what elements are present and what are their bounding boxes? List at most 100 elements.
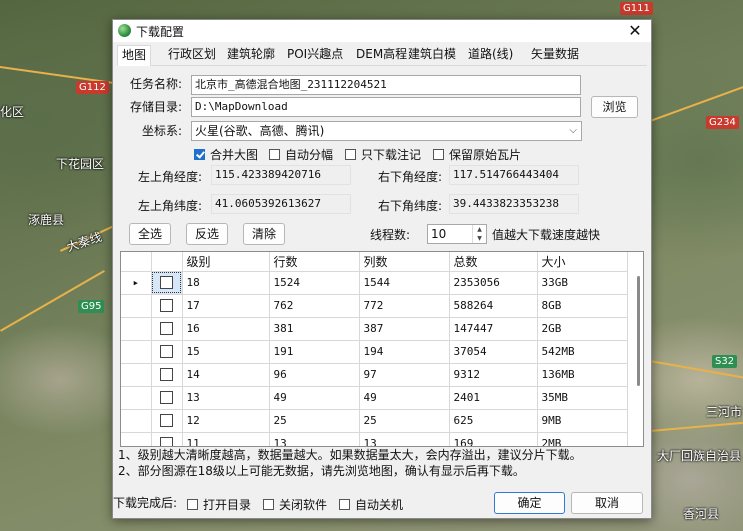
level-grid[interactable]: 级别 行数 列数 总数 大小 ▸ 18 1524 1544 2353056 33… bbox=[120, 251, 644, 447]
cell-size: 35MB bbox=[537, 386, 628, 410]
current-row-arrow-icon: ▸ bbox=[121, 271, 152, 295]
dialog-title: 下载配置 bbox=[136, 25, 185, 39]
table-header-row: 级别 行数 列数 总数 大小 bbox=[121, 252, 628, 272]
bottom-right-lng-field[interactable]: 117.514766443404 bbox=[449, 165, 579, 185]
row-checkbox[interactable] bbox=[151, 409, 183, 433]
cell-level: 14 bbox=[182, 363, 270, 387]
cell-level: 16 bbox=[182, 317, 270, 341]
tab-building-white-model[interactable]: 建筑白模 bbox=[404, 45, 460, 64]
threads-stepper[interactable]: 10 ▲ ▼ bbox=[427, 224, 487, 244]
title-bar[interactable]: 下载配置 ✕ bbox=[113, 20, 651, 42]
top-left-lng-field[interactable]: 115.423389420716 bbox=[211, 165, 351, 185]
table-row[interactable]: ▸ 18 1524 1544 2353056 33GB bbox=[121, 271, 628, 295]
road-line bbox=[650, 421, 743, 432]
cell-cols: 49 bbox=[359, 386, 450, 410]
threads-hint: 值越大下载速度越快 bbox=[492, 228, 601, 242]
grid-scrollbar[interactable] bbox=[635, 274, 642, 394]
column-header-level[interactable]: 级别 bbox=[182, 252, 270, 272]
task-name-input[interactable]: 北京市_高德混合地图_231112204521 bbox=[191, 75, 581, 95]
tab-map[interactable]: 地图 bbox=[117, 45, 152, 66]
tab-roads[interactable]: 道路(线) bbox=[464, 45, 517, 64]
cell-rows: 191 bbox=[269, 340, 360, 364]
map-label: 香河县 bbox=[683, 507, 720, 521]
row-checkbox[interactable] bbox=[151, 340, 183, 364]
row-checkbox[interactable] bbox=[151, 294, 183, 318]
auto-shutdown-checkbox[interactable]: 自动关机 bbox=[339, 496, 403, 513]
table-row[interactable]: 15 191 194 37054 542MB bbox=[121, 340, 628, 364]
row-checkbox[interactable] bbox=[151, 432, 183, 446]
checkbox-icon bbox=[187, 499, 198, 510]
cell-total: 9312 bbox=[449, 363, 538, 387]
tab-admin-division[interactable]: 行政区划 bbox=[164, 45, 220, 64]
annotations-only-checkbox[interactable]: 只下载注记 bbox=[345, 146, 421, 163]
highway-shield: G234 bbox=[706, 116, 739, 129]
column-header-cols[interactable]: 列数 bbox=[359, 252, 450, 272]
auto-split-checkbox[interactable]: 自动分幅 bbox=[269, 146, 333, 163]
cell-rows: 381 bbox=[269, 317, 360, 341]
coord-select[interactable]: 火星(谷歌、高德、腾讯) ⌵ bbox=[191, 121, 582, 141]
highway-shield: G112 bbox=[76, 81, 109, 94]
stepper-arrows-icon[interactable]: ▲ ▼ bbox=[472, 225, 486, 243]
save-dir-input[interactable]: D:\MapDownload bbox=[191, 97, 581, 117]
cell-size: 8GB bbox=[537, 294, 628, 318]
tab-vector-data[interactable]: 矢量数据 bbox=[527, 45, 583, 64]
cell-size: 9MB bbox=[537, 409, 628, 433]
row-checkbox[interactable] bbox=[151, 317, 183, 341]
table-row[interactable]: 13 49 49 2401 35MB bbox=[121, 386, 628, 410]
highway-shield: G95 bbox=[78, 300, 105, 313]
select-all-button[interactable]: 全选 bbox=[129, 223, 171, 245]
cell-rows: 762 bbox=[269, 294, 360, 318]
highway-shield: S32 bbox=[712, 355, 738, 368]
checkbox-icon bbox=[339, 499, 350, 510]
clear-selection-button[interactable]: 清除 bbox=[243, 223, 285, 245]
merge-checkbox[interactable]: 合并大图 bbox=[194, 146, 258, 163]
map-label: 三河市 bbox=[706, 405, 743, 419]
table-row[interactable]: 11 13 13 169 2MB bbox=[121, 432, 628, 446]
tab-dem[interactable]: DEM高程 bbox=[352, 45, 411, 64]
column-header-size[interactable]: 大小 bbox=[537, 252, 628, 272]
row-checkbox[interactable] bbox=[151, 363, 183, 387]
cell-size: 542MB bbox=[537, 340, 628, 364]
tab-poi[interactable]: POI兴趣点 bbox=[283, 45, 347, 64]
bottom-right-lng-label: 右下角经度: bbox=[378, 170, 443, 184]
cell-level: 12 bbox=[182, 409, 270, 433]
map-tab-panel: 任务名称: 北京市_高德混合地图_231112204521 存储目录: D:\M… bbox=[117, 66, 647, 451]
row-checkbox[interactable] bbox=[151, 386, 183, 410]
row-header bbox=[121, 294, 152, 318]
map-label: 大秦线 bbox=[64, 229, 104, 255]
cell-cols: 772 bbox=[359, 294, 450, 318]
scrollbar-thumb[interactable] bbox=[637, 276, 640, 386]
close-button[interactable]: ✕ bbox=[625, 21, 645, 41]
cell-rows: 1524 bbox=[269, 271, 360, 295]
map-label: 涿鹿县 bbox=[28, 213, 65, 227]
table-row[interactable]: 14 96 97 9312 136MB bbox=[121, 363, 628, 387]
table-row[interactable]: 16 381 387 147447 2GB bbox=[121, 317, 628, 341]
coord-label: 坐标系: bbox=[142, 124, 183, 138]
browse-button[interactable]: 浏览 bbox=[591, 96, 638, 118]
invert-selection-button[interactable]: 反选 bbox=[186, 223, 228, 245]
cell-size: 2GB bbox=[537, 317, 628, 341]
cell-size: 136MB bbox=[537, 363, 628, 387]
close-app-checkbox[interactable]: 关闭软件 bbox=[263, 496, 327, 513]
checkbox-icon bbox=[433, 149, 444, 160]
ok-button[interactable]: 确定 bbox=[494, 492, 565, 514]
column-header-total[interactable]: 总数 bbox=[449, 252, 538, 272]
table-row[interactable]: 17 762 772 588264 8GB bbox=[121, 294, 628, 318]
cell-total: 37054 bbox=[449, 340, 538, 364]
table-row[interactable]: 12 25 25 625 9MB bbox=[121, 409, 628, 433]
top-left-lat-label: 左上角纬度: bbox=[138, 199, 203, 213]
column-header-rows[interactable]: 行数 bbox=[269, 252, 360, 272]
row-checkbox[interactable] bbox=[151, 271, 183, 295]
cell-size: 2MB bbox=[537, 432, 628, 446]
map-label: 大厂回族自治县 bbox=[657, 449, 742, 463]
cell-cols: 387 bbox=[359, 317, 450, 341]
top-left-lat-field[interactable]: 41.0605392613627 bbox=[211, 194, 351, 214]
tab-building-outline[interactable]: 建筑轮廓 bbox=[223, 45, 279, 64]
close-app-label: 关闭软件 bbox=[279, 498, 328, 512]
open-folder-checkbox[interactable]: 打开目录 bbox=[187, 496, 251, 513]
row-header bbox=[121, 386, 152, 410]
threads-label: 线程数: bbox=[370, 228, 411, 242]
bottom-right-lat-field[interactable]: 39.4433823353238 bbox=[449, 194, 579, 214]
cancel-button[interactable]: 取消 bbox=[571, 492, 643, 514]
keep-tiles-checkbox[interactable]: 保留原始瓦片 bbox=[433, 146, 521, 163]
